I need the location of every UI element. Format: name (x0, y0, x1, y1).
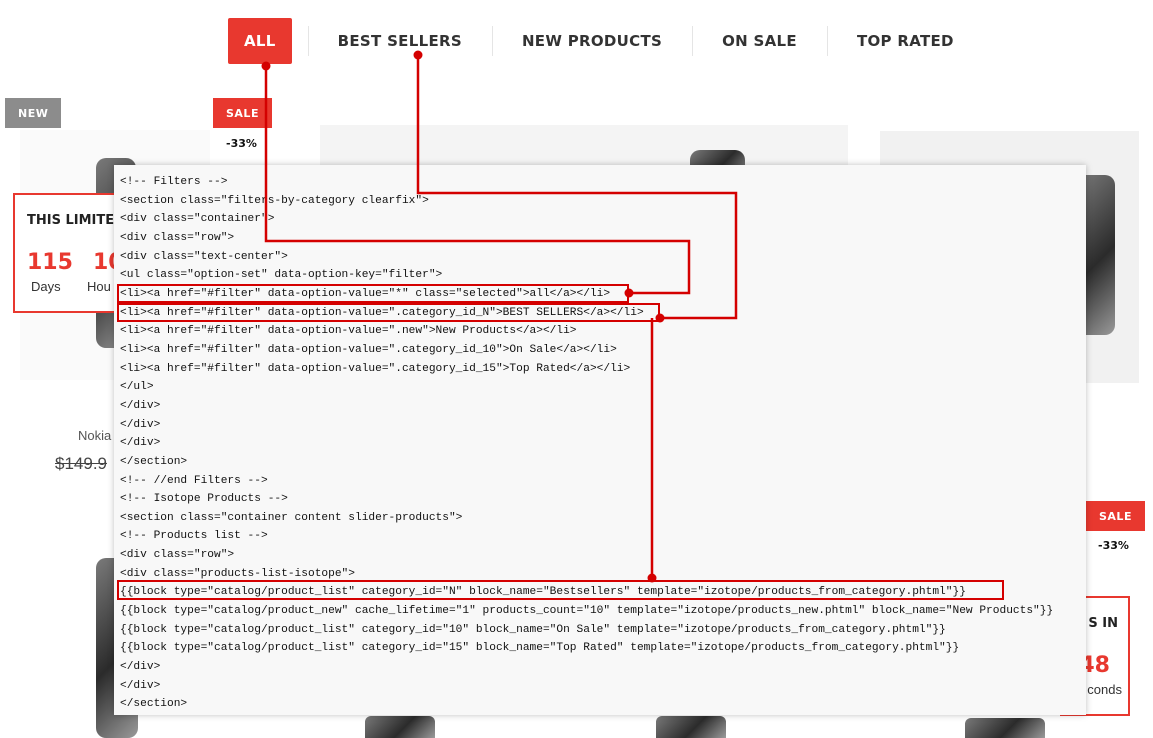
arrow-all-to-code (264, 66, 691, 295)
arrow-dot (624, 288, 634, 298)
arrow-dot (413, 50, 423, 60)
arrow-dot (261, 61, 271, 71)
annotation-arrows (261, 50, 738, 583)
arrow-dot (655, 313, 665, 323)
arrow-dot (647, 573, 657, 583)
